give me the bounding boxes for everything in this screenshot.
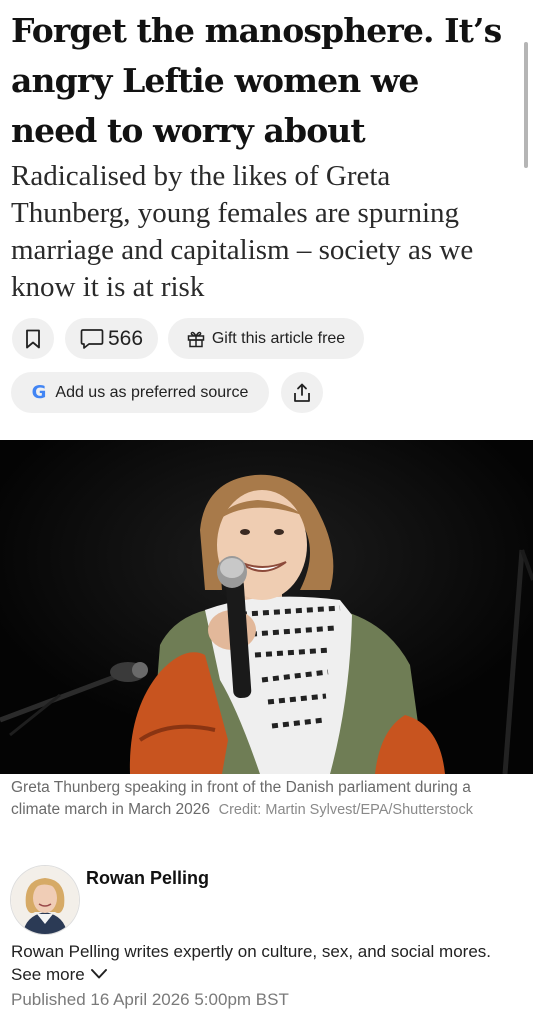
article-headline: Forget the manosphere. It’s angry Leftie… [11, 11, 502, 150]
author-name[interactable]: Rowan Pelling [86, 868, 209, 889]
share-icon [293, 383, 311, 403]
speaker-photo-illustration [0, 440, 533, 774]
author-portrait-illustration [11, 866, 79, 934]
comment-count: 566 [107, 326, 144, 350]
article-standfirst: Radicalised by the likes of Greta Thunbe… [11, 160, 474, 303]
bookmark-button[interactable] [12, 318, 54, 359]
scrollbar[interactable] [524, 42, 528, 168]
chevron-down-icon [90, 963, 108, 986]
gift-article-button[interactable]: Gift this article free [168, 318, 364, 359]
preferred-source-label: Add us as preferred source [55, 383, 249, 401]
see-more-label: See more [11, 965, 85, 984]
published-date: Published 16 April 2026 5:00pm BST [11, 990, 289, 1009]
photo-credit: Credit: Martin Sylvest/EPA/Shutterstock [218, 802, 473, 818]
author-avatar[interactable] [11, 866, 79, 934]
gift-article-label: Gift this article free [211, 329, 346, 347]
comments-button[interactable]: 566 [65, 318, 158, 359]
google-logo-icon: G [31, 381, 47, 403]
article-photo[interactable] [0, 440, 533, 774]
see-more-button[interactable]: See more [11, 963, 108, 986]
gift-icon [187, 330, 205, 348]
photo-caption: Greta Thunberg speaking in front of the … [11, 777, 523, 821]
share-button[interactable] [281, 372, 323, 413]
comment-icon [80, 328, 104, 350]
author-bio: Rowan Pelling writes expertly on culture… [11, 940, 521, 986]
preferred-source-button[interactable]: G Add us as preferred source [11, 372, 269, 413]
author-bio-text: Rowan Pelling writes expertly on culture… [11, 942, 491, 961]
bookmark-icon [25, 329, 41, 349]
